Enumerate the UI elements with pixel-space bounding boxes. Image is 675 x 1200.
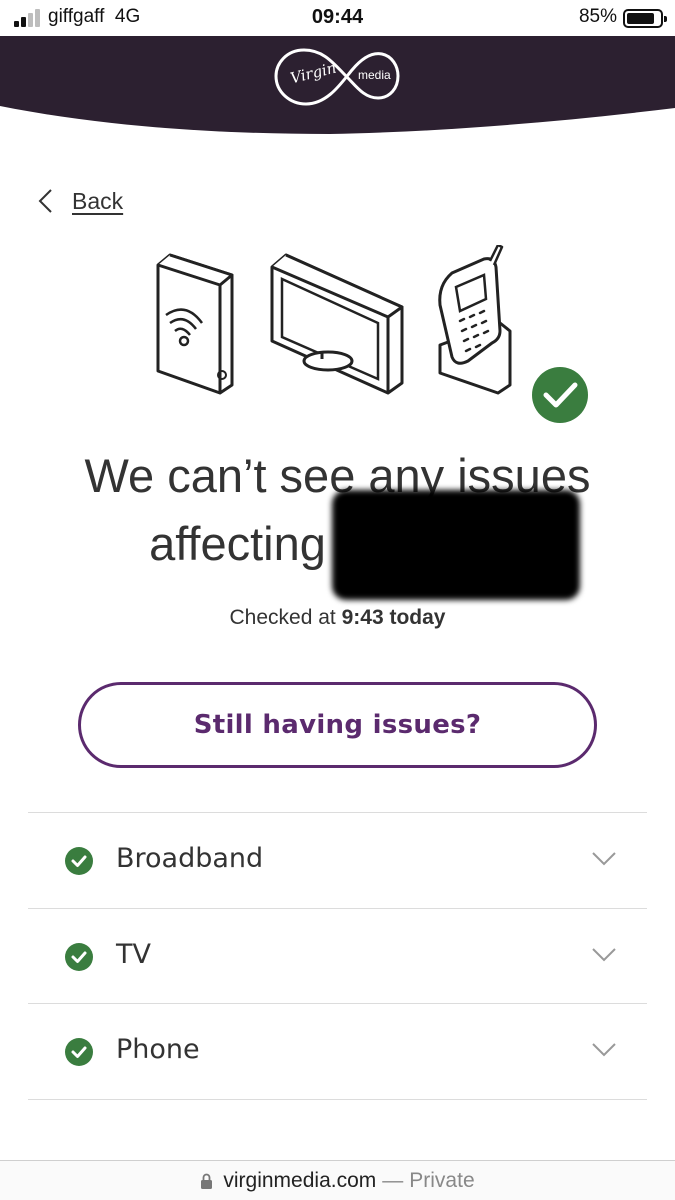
still-having-issues-button[interactable]: Still having issues?	[78, 682, 597, 768]
site-header: Virgin media	[0, 36, 675, 136]
service-name: Phone	[116, 1034, 200, 1065]
phone-icon	[438, 243, 512, 395]
service-name: TV	[116, 938, 151, 970]
success-check-icon	[532, 367, 588, 423]
browser-url-bar[interactable]: virginmedia.com — Private	[0, 1160, 675, 1200]
url-separator: —	[382, 1168, 404, 1192]
service-row-broadband[interactable]: Broadband	[28, 813, 647, 909]
checked-timestamp: Checked at 9:43 today	[229, 606, 446, 629]
url-domain: virginmedia.com	[223, 1168, 377, 1192]
chevron-left-icon	[38, 189, 52, 213]
still-having-issues-label: Still having issues?	[193, 710, 482, 740]
battery-icon	[623, 9, 667, 28]
battery-percentage: 85%	[578, 6, 617, 27]
logo-media-text: media	[358, 68, 391, 82]
check-circle-icon	[65, 1038, 93, 1066]
chevron-down-icon	[592, 947, 616, 961]
chevron-down-icon	[592, 1043, 616, 1057]
checked-time: 9:43 today	[341, 606, 446, 629]
check-circle-icon	[65, 942, 93, 971]
service-row-phone[interactable]: Phone	[28, 1004, 647, 1100]
service-status-list: Broadband TV Phone	[28, 812, 647, 1100]
service-name: Broadband	[116, 843, 264, 874]
service-row-tv[interactable]: TV	[28, 909, 647, 1004]
browsing-mode: Private	[409, 1168, 475, 1192]
lock-icon	[201, 1173, 213, 1189]
back-link[interactable]: Back	[36, 184, 123, 218]
tv-icon	[270, 253, 404, 395]
status-bar: giffgaff 4G 09:44 85%	[0, 0, 675, 36]
devices-illustration	[150, 243, 600, 430]
back-label: Back	[72, 187, 124, 214]
router-icon	[156, 253, 234, 395]
chevron-down-icon	[592, 852, 616, 866]
check-circle-icon	[65, 847, 93, 875]
status-time: 09:44	[311, 6, 364, 28]
redacted-address	[332, 490, 580, 600]
virgin-media-logo[interactable]: Virgin media	[272, 42, 402, 110]
